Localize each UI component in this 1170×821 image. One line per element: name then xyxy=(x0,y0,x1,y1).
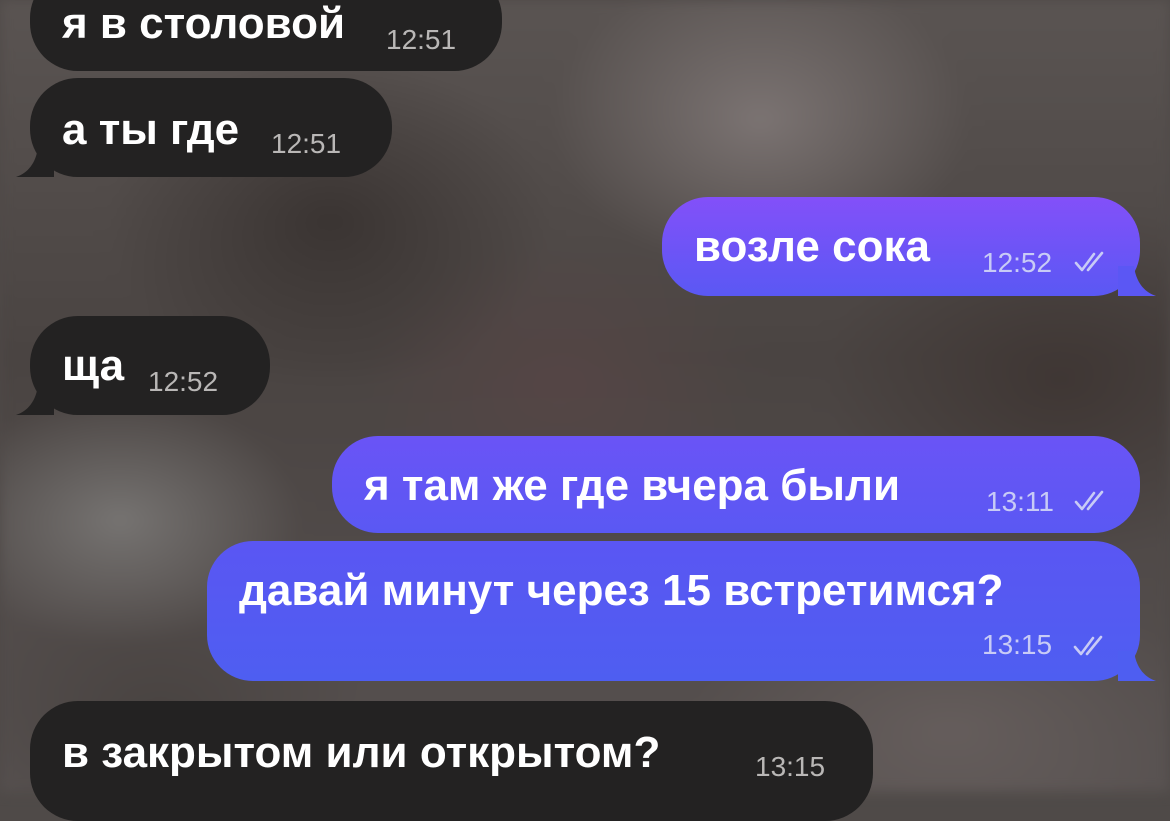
message-text: я там же где вчера были xyxy=(364,461,900,510)
message-time: 13:15 xyxy=(755,751,826,782)
message-text: давай минут через 15 встретимся? xyxy=(239,566,1004,615)
message-time: 12:51 xyxy=(271,128,342,159)
message-bubble-outgoing[interactable]: давай минут через 15 встретимся? 13:15 xyxy=(207,541,1140,681)
message-bubble-incoming[interactable]: ща 12:52 xyxy=(30,316,270,415)
bubble-tail xyxy=(16,385,54,415)
message-text: ща xyxy=(62,341,125,390)
message-time: 13:15 xyxy=(982,629,1053,660)
bubble-tail xyxy=(16,147,54,177)
double-check-icon xyxy=(1074,490,1104,511)
message-bubble-outgoing[interactable]: я там же где вчера были 13:11 xyxy=(332,436,1140,533)
message-text: я в столовой xyxy=(62,0,346,48)
message-time: 13:11 xyxy=(986,486,1054,517)
message-bubble-incoming[interactable]: а ты где 12:51 xyxy=(30,78,392,177)
bubble-tail xyxy=(1118,651,1156,681)
message-text: возле сока xyxy=(694,222,930,271)
message-bubble-outgoing[interactable]: возле сока 12:52 xyxy=(662,197,1140,296)
message-text: а ты где xyxy=(62,105,240,154)
bubble-tail xyxy=(1118,266,1156,296)
message-time: 12:51 xyxy=(386,24,457,55)
message-time: 12:52 xyxy=(982,247,1053,278)
message-bubble-incoming[interactable]: я в столовой 12:51 xyxy=(30,0,502,71)
message-text: в закрытом или открытом? xyxy=(62,728,661,777)
double-check-icon xyxy=(1074,251,1104,272)
double-check-icon xyxy=(1073,635,1103,656)
message-bubble-incoming[interactable]: в закрытом или открытом? 13:15 xyxy=(30,701,873,821)
message-time: 12:52 xyxy=(148,366,219,397)
